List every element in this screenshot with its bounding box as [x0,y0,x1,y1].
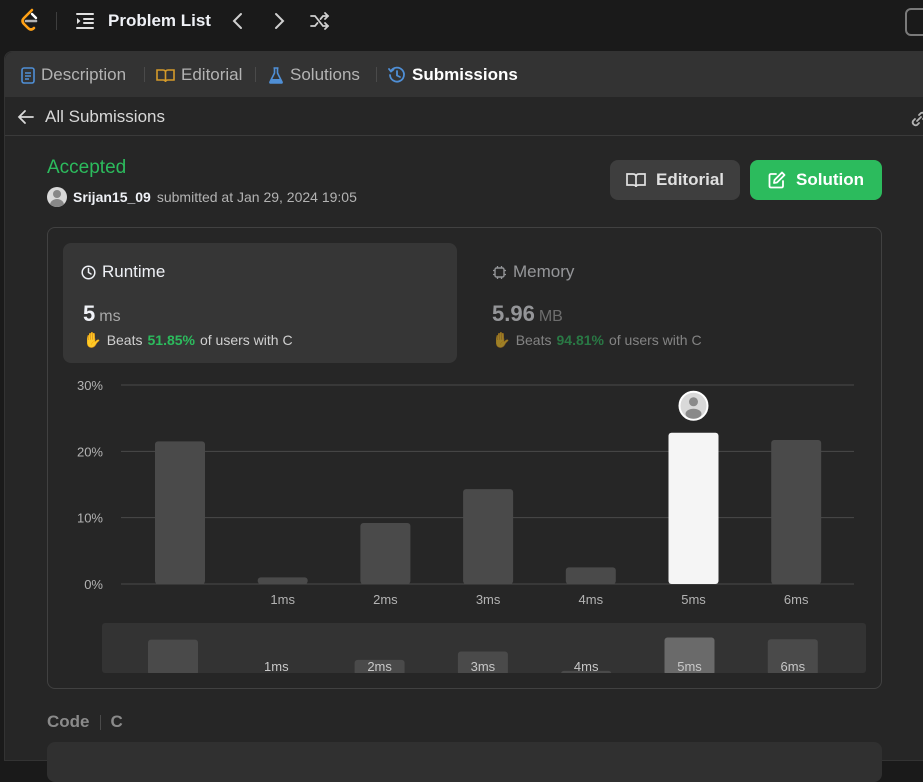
x-tick-label: 2ms [373,592,398,607]
tab-divider [144,67,145,82]
beats-suffix: of users with C [199,332,293,348]
beats-icon: ✋ [83,332,102,349]
edit-icon [768,171,786,189]
memory-unit: MB [538,308,563,325]
timer-icon[interactable] [905,8,923,36]
mini-tick-label: 2ms [367,659,392,673]
submitted-time: submitted at Jan 29, 2024 19:05 [156,189,357,205]
tab-submissions[interactable]: Submissions [388,65,518,85]
chevron-right-icon[interactable] [268,10,290,32]
chevron-left-icon[interactable] [227,10,249,32]
avatar[interactable] [47,187,67,207]
beats-percentage: 51.85% [147,332,195,348]
chart-bar [565,567,616,584]
runtime-beats: ✋ Beats 51.85% of users with C [83,331,293,349]
chart-bar [771,440,822,584]
submitter-info: Srijan15_09 submitted at Jan 29, 2024 19… [47,187,357,207]
tab-label: Editorial [181,65,243,84]
editorial-button[interactable]: Editorial [610,160,740,200]
tab-description[interactable]: Description [21,65,126,85]
y-tick-label: 20% [77,444,103,459]
mini-tick-label: 1ms [264,659,289,673]
top-divider [56,12,57,30]
chart-bar [257,577,308,584]
memory-value: 5.96 MB [492,301,563,327]
avatar-body [685,408,702,419]
x-tick-label: 3ms [476,592,501,607]
code-header: Code C [47,712,123,732]
tab-divider [376,67,377,82]
beats-prefix: Beats [515,332,552,348]
runtime-unit: ms [99,308,121,325]
all-submissions-link[interactable]: All Submissions [17,107,165,127]
solution-button[interactable]: Solution [750,160,882,200]
book-icon [156,68,175,82]
tab-divider [255,67,256,82]
mini-tick-label: 3ms [471,659,496,673]
solution-button-label: Solution [796,170,864,189]
chart-bar [463,489,514,584]
problem-list-title[interactable]: Problem List [108,11,211,31]
memory-label-text: Memory [513,262,575,281]
chart-bar [155,441,205,584]
link-icon[interactable] [910,110,923,128]
tab-editorial[interactable]: Editorial [156,65,242,85]
tab-label: Description [41,65,127,84]
y-tick-label: 10% [77,511,103,526]
memory-label: Memory [492,262,574,282]
x-tick-label: 5ms [681,592,706,607]
x-tick-label: 1ms [270,592,295,607]
tab-label: Solutions [290,65,360,84]
shuffle-icon[interactable] [309,10,331,32]
mini-tick-label: 6ms [781,659,806,673]
list-icon[interactable] [76,12,96,30]
avatar-head [689,397,698,407]
editorial-button-label: Editorial [655,170,724,189]
beats-icon: ✋ [492,332,511,349]
stats-card: Runtime 5 ms ✋ Beats 51.85% of users with… [47,227,882,689]
all-submissions-label: All Submissions [45,107,165,126]
runtime-label: Runtime [81,262,165,282]
flask-icon [269,66,283,84]
y-tick-label: 0% [84,577,103,592]
book-icon [626,173,646,188]
chart-bar [668,432,719,584]
leetcode-logo[interactable] [18,8,42,34]
mini-tick-label: 4ms [574,659,599,673]
beats-prefix: Beats [106,332,143,348]
runtime-number: 5 [83,301,96,326]
runtime-card[interactable]: Runtime 5 ms ✋ Beats 51.85% of users with… [63,243,457,363]
code-language: C [110,712,123,731]
mini-tick-label: 5ms [677,659,702,673]
chart-range-navigator[interactable]: 1ms 2ms 3ms 4ms 5ms 6ms [102,623,866,673]
username[interactable]: Srijan15_09 [73,189,151,205]
submission-status: Accepted [47,157,127,178]
memory-beats: ✋ Beats 94.81% of users with C [492,331,702,349]
description-icon [21,66,35,84]
tab-label: Submissions [412,65,518,84]
memory-number: 5.96 [492,301,535,326]
clock-icon [81,264,96,280]
arrow-left-icon [17,110,34,124]
divider [5,135,923,136]
runtime-label-text: Runtime [102,262,166,281]
code-divider [99,714,101,730]
code-label: Code [47,712,90,731]
beats-suffix: of users with C [608,332,702,348]
chip-icon [493,265,506,279]
code-block[interactable] [47,742,882,782]
mini-bar [148,639,198,673]
top-bar: Problem List [0,0,923,44]
history-icon [388,66,405,83]
submission-panel: Description Editorial Solutions Submissi… [4,51,923,782]
runtime-value: 5 ms [83,301,121,327]
tab-bar: Description Editorial Solutions Submissi… [5,52,923,97]
beats-percentage: 94.81% [556,332,604,348]
y-tick-label: 30% [77,378,103,393]
x-tick-label: 6ms [784,592,809,607]
x-tick-label: 4ms [579,592,604,607]
runtime-distribution-chart[interactable]: 0% 10% 20% 30% 1ms 2ms 3ms 4ms 5ms 6ms [48,368,883,608]
chart-bar [360,522,411,584]
tab-solutions[interactable]: Solutions [268,65,360,85]
